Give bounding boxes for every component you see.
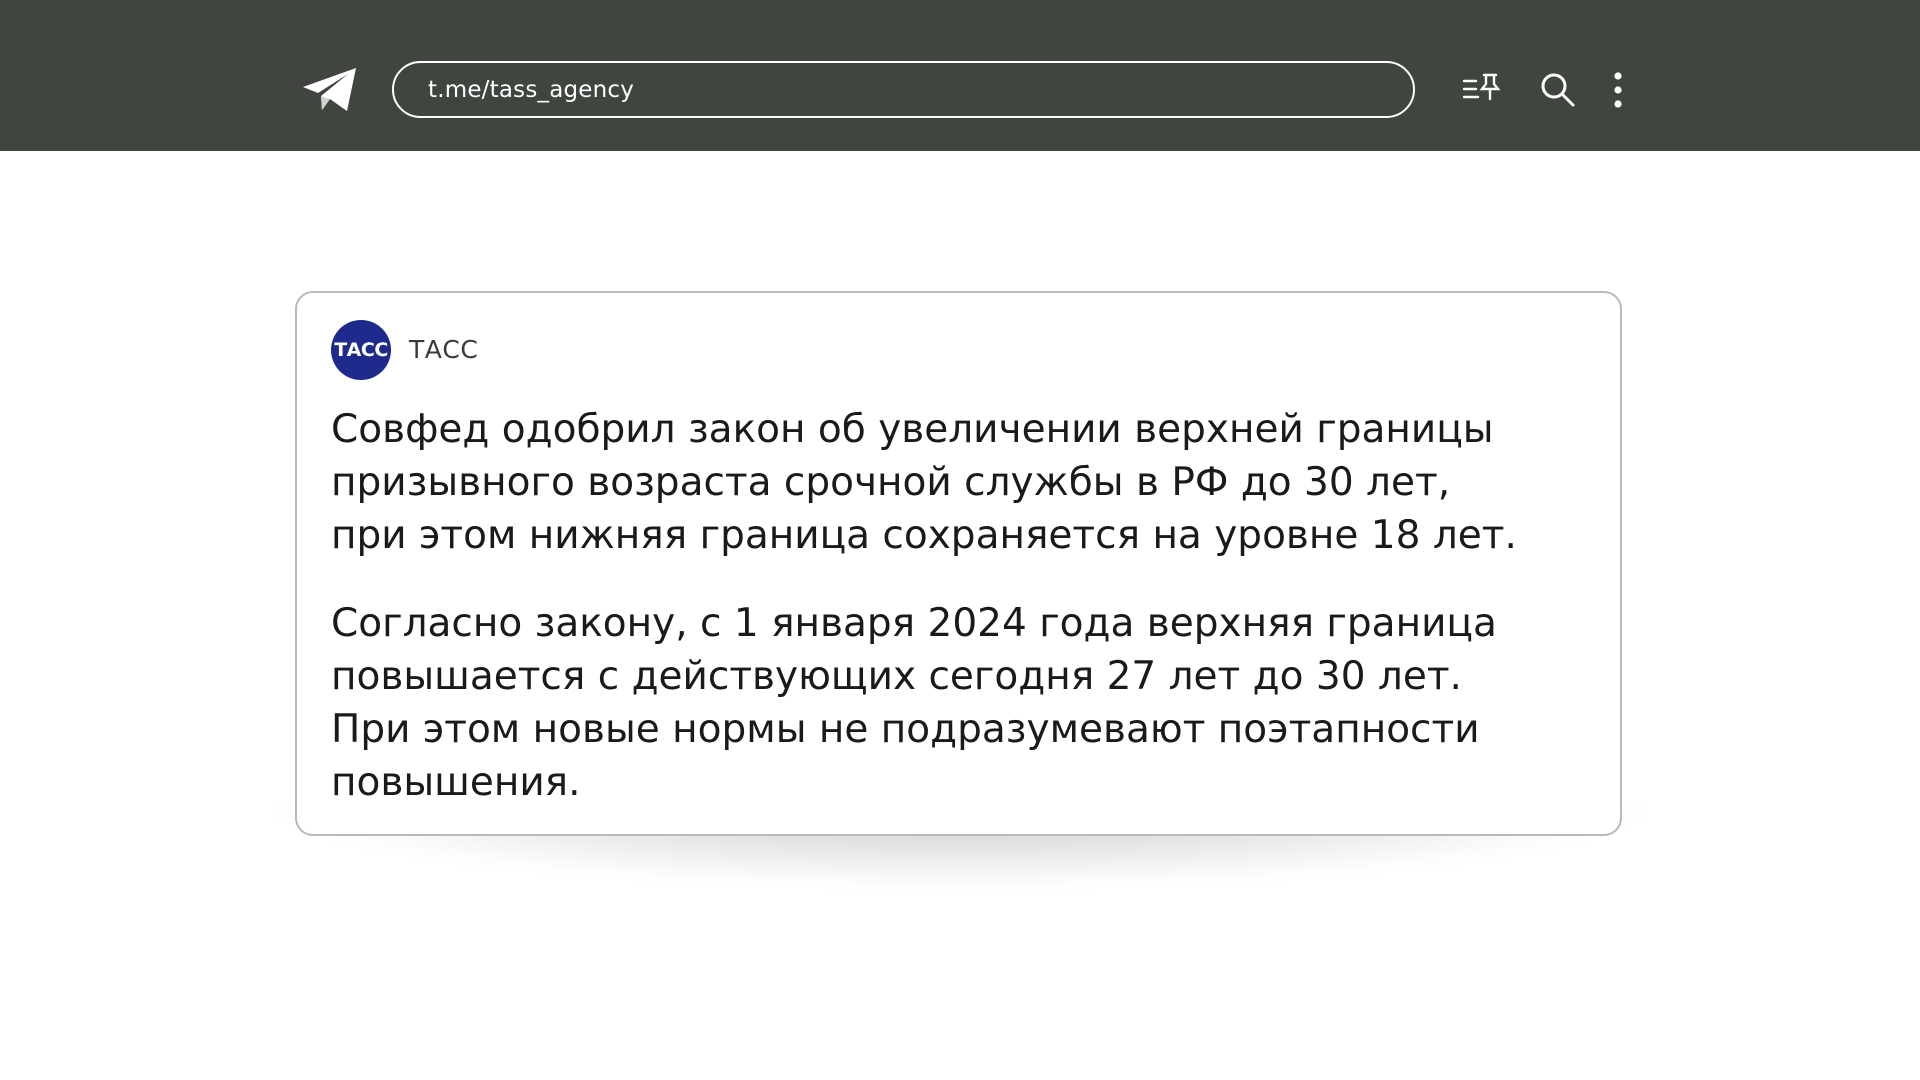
channel-avatar-text: ТАСС <box>334 339 388 361</box>
channel-name[interactable]: ТАСС <box>409 335 478 364</box>
address-bar-url: t.me/tass_agency <box>428 76 635 103</box>
post-body: Совфед одобрил закон об увеличении верхн… <box>331 403 1591 809</box>
address-bar[interactable]: t.me/tass_agency <box>392 61 1415 118</box>
post-paragraph: Совфед одобрил закон об увеличении верхн… <box>331 407 1517 558</box>
channel-avatar[interactable]: ТАСС <box>331 320 391 380</box>
telegram-logo-icon[interactable] <box>300 66 360 114</box>
post-card: ТАСС ТАСС Совфед одобрил закон об увелич… <box>295 291 1622 836</box>
more-vertical-icon[interactable] <box>1600 70 1636 110</box>
search-icon[interactable] <box>1538 70 1578 110</box>
post-paragraph: Согласно закону, с 1 января 2024 года ве… <box>331 601 1497 805</box>
browser-toolbar: t.me/tass_agency <box>0 0 1920 151</box>
pinned-list-icon[interactable] <box>1462 70 1502 110</box>
